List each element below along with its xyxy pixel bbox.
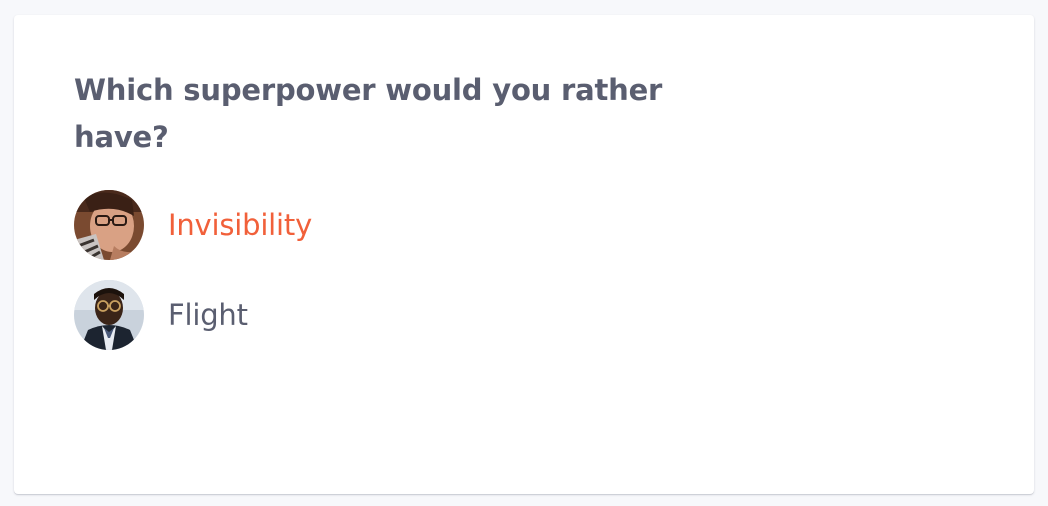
option-label: Flight	[168, 298, 248, 332]
avatar	[74, 280, 144, 350]
poll-option-invisibility[interactable]: Invisibility	[74, 190, 312, 260]
user-avatar-man-icon	[74, 280, 144, 350]
poll-card: Which superpower would you rather have? …	[14, 15, 1034, 494]
avatar	[74, 190, 144, 260]
poll-question: Which superpower would you rather have?	[74, 73, 663, 154]
option-label: Invisibility	[168, 208, 313, 242]
user-avatar-woman-icon	[74, 190, 144, 260]
poll-option-flight[interactable]: Flight	[74, 280, 248, 350]
